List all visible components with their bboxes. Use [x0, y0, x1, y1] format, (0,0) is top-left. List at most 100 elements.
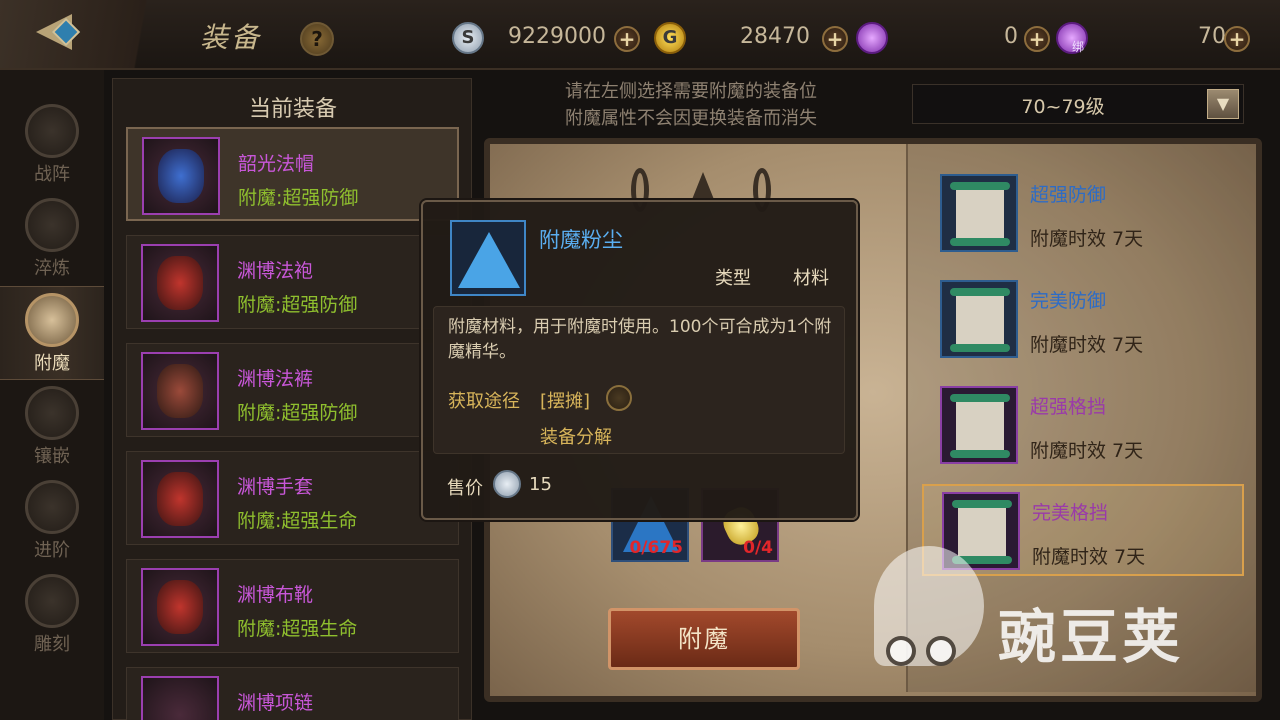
scroll-rod	[950, 182, 1010, 190]
scroll-icon	[940, 386, 1018, 464]
robe-icon	[141, 244, 219, 322]
equipment-slot-necklace[interactable]: 渊博项链	[126, 667, 459, 720]
enchant-button[interactable]: 附魔	[608, 608, 800, 670]
scroll-paper	[956, 290, 1004, 350]
enchant-button-label: 附魔	[678, 625, 730, 653]
nav-label: 淬炼	[34, 258, 70, 279]
equipment-enchant: 附魔:超强防御	[237, 294, 358, 316]
logo-face	[886, 636, 916, 666]
nav-label: 镶嵌	[34, 446, 70, 467]
watermark-text: 豌豆荚	[998, 603, 1185, 671]
equipment-name: 渊博项链	[237, 692, 314, 714]
scroll-rod	[952, 500, 1012, 508]
equipment-enchant: 附魔:超强生命	[237, 510, 358, 532]
equipment-slot-hat[interactable]: 韶光法帽 附魔:超强防御	[126, 127, 459, 221]
scroll-name: 超强格挡	[1030, 396, 1107, 418]
engrave-icon	[25, 574, 79, 628]
hint-line-1: 请在左侧选择需要附魔的装备位	[565, 81, 817, 102]
nav-item-enchant[interactable]: 附魔	[0, 286, 104, 380]
nav-item-inlay[interactable]: 镶嵌	[0, 380, 104, 474]
silver-coin-icon: S	[452, 22, 484, 54]
temper-icon	[25, 198, 79, 252]
scroll-item[interactable]: 完美防御 附魔时效 7天	[922, 274, 1244, 366]
equipment-enchant: 附魔:超强防御	[238, 187, 359, 209]
scroll-icon	[940, 280, 1018, 358]
nav-label: 附魔	[34, 353, 70, 374]
nav-item-temper[interactable]: 淬炼	[0, 192, 104, 286]
tooltip-description-box: 附魔材料，用于附魔时使用。100个可合成为1个附魔精华。 获取途径 [摆摊] 装…	[433, 306, 845, 454]
scroll-duration: 附魔时效 7天	[1030, 440, 1144, 462]
back-button[interactable]	[0, 0, 170, 68]
add-silver-button[interactable]: +	[614, 26, 640, 52]
top-bar: 装备 ? S 9229000 + G 28470 + 0 + 绑 70 +	[0, 0, 1280, 70]
purple-crystal-icon	[856, 22, 888, 54]
help-button[interactable]: ?	[300, 22, 334, 56]
scroll-paper	[956, 396, 1004, 456]
tooltip-type-value: 材料	[793, 268, 829, 289]
scroll-item[interactable]: 超强防御 附魔时效 7天	[922, 168, 1244, 260]
tooltip-description: 附魔材料，用于附魔时使用。100个可合成为1个附魔精华。	[448, 317, 832, 362]
silver-coin-icon	[493, 470, 521, 498]
scroll-paper	[956, 184, 1004, 244]
page-title: 装备	[200, 21, 263, 54]
scroll-name: 完美格挡	[1032, 502, 1109, 524]
nav-item-advance[interactable]: 进阶	[0, 474, 104, 568]
nav-label: 战阵	[34, 164, 70, 185]
nav-label: 雕刻	[34, 634, 70, 655]
inlay-icon	[25, 386, 79, 440]
add-gold-button[interactable]: +	[822, 26, 848, 52]
hint-text: 请在左侧选择需要附魔的装备位 附魔属性不会因更换装备而消失	[565, 78, 817, 132]
dropdown-button[interactable]: ▼	[1207, 89, 1239, 119]
equipment-enchant: 附魔:超强生命	[237, 618, 358, 640]
nav-label: 进阶	[34, 540, 70, 561]
logo-face	[926, 636, 956, 666]
tooltip-price-label: 售价	[447, 478, 483, 499]
material-count: 0/4	[743, 538, 773, 558]
gold-amount: 28470	[740, 24, 810, 49]
gloves-icon	[141, 460, 219, 538]
currency-silver: S 9229000 +	[452, 20, 642, 56]
equipment-header: 当前装备	[248, 97, 337, 122]
level-select-value: 70~79级	[1021, 96, 1105, 118]
equipment-name: 渊博布靴	[237, 584, 314, 606]
crystal-amount: 0	[1004, 24, 1018, 49]
equipment-name: 渊博法袍	[237, 260, 314, 282]
boots-icon	[141, 568, 219, 646]
scroll-item[interactable]: 超强格挡 附魔时效 7天	[922, 380, 1244, 472]
tooltip-source-dismantle[interactable]: 装备分解	[540, 423, 612, 449]
equipment-name: 韶光法帽	[238, 153, 315, 175]
currency-bound-crystal: 绑 70 +	[1056, 20, 1256, 56]
scroll-icon	[940, 174, 1018, 252]
equipment-slot-boots[interactable]: 渊博布靴 附魔:超强生命	[126, 559, 459, 653]
enchant-icon	[25, 293, 79, 347]
watermark: 豌豆荚	[868, 540, 1258, 690]
spike	[691, 172, 715, 202]
equipment-panel: 当前装备 韶光法帽 附魔:超强防御 渊博法袍 附魔:超强防御 渊博法裤 附魔:超…	[112, 78, 472, 720]
tooltip-price-value: 15	[529, 474, 552, 495]
hint-line-2: 附魔属性不会因更换装备而消失	[565, 108, 817, 129]
scroll-name: 超强防御	[1030, 184, 1107, 206]
nav-item-engrave[interactable]: 雕刻	[0, 568, 104, 662]
tooltip-item-name: 附魔粉尘	[539, 228, 623, 252]
equipment-slot-gloves[interactable]: 渊博手套 附魔:超强生命	[126, 451, 459, 545]
tooltip-source-stall[interactable]: [摆摊]	[540, 387, 590, 413]
nav-item-formation[interactable]: 战阵	[0, 98, 104, 192]
add-bound-crystal-button[interactable]: +	[1224, 26, 1250, 52]
side-nav: 战阵 淬炼 附魔 镶嵌 进阶 雕刻	[0, 70, 104, 720]
hat-icon	[142, 137, 220, 215]
necklace-icon	[141, 676, 219, 720]
add-crystal-button[interactable]: +	[1024, 26, 1050, 52]
enchant-dust-icon	[450, 220, 526, 296]
level-select[interactable]: 70~79级 ▼	[912, 84, 1244, 124]
tooltip-type-label: 类型	[715, 268, 751, 289]
currency-crystal: 0 +	[856, 20, 1052, 56]
equipment-enchant: 附魔:超强防御	[237, 402, 358, 424]
silver-amount: 9229000	[508, 24, 606, 49]
bound-crystal-amount: 70	[1198, 24, 1226, 49]
equipment-name: 渊博手套	[237, 476, 314, 498]
equipment-slot-robe[interactable]: 渊博法袍 附魔:超强防御	[126, 235, 459, 329]
locate-icon[interactable]	[606, 385, 632, 411]
equipment-slot-pants[interactable]: 渊博法裤 附魔:超强防御	[126, 343, 459, 437]
item-tooltip: 附魔粉尘 类型 材料 附魔材料，用于附魔时使用。100个可合成为1个附魔精华。 …	[421, 200, 858, 520]
scroll-rod	[950, 344, 1010, 352]
